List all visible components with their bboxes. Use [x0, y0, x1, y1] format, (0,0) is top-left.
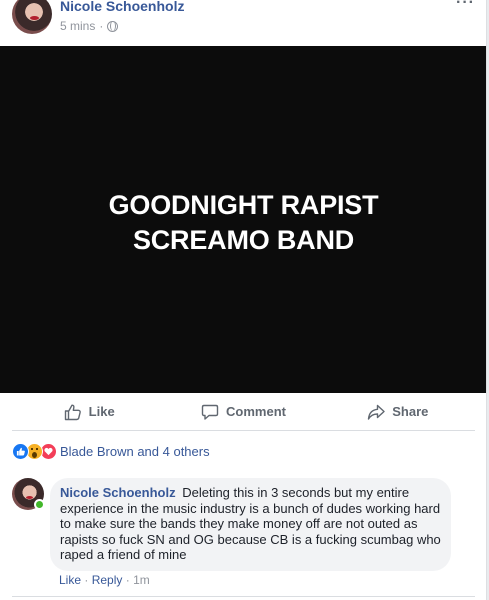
post-actions: Like Comment Share	[12, 393, 475, 431]
comment-button[interactable]: Comment	[166, 393, 320, 430]
post-header: Nicole Schoenholz 5 mins · ···	[0, 0, 486, 46]
post-time[interactable]: 5 mins	[60, 19, 95, 33]
comment-icon	[201, 404, 219, 420]
meta-separator: ·	[99, 19, 104, 33]
thumbs-up-icon	[64, 404, 81, 420]
comment-time[interactable]: 1m	[133, 573, 150, 587]
share-button[interactable]: Share	[321, 393, 475, 430]
comment-actions: Like · Reply · 1m	[59, 573, 150, 587]
comment-bubble: Nicole Schoenholz Deleting this in 3 sec…	[50, 478, 451, 571]
comment-dot-2: ·	[125, 573, 130, 587]
write-comment-area-edge	[12, 596, 475, 600]
comment-like-link[interactable]: Like	[59, 573, 81, 587]
online-status-indicator	[34, 499, 45, 510]
comment-author[interactable]: Nicole Schoenholz	[60, 485, 176, 500]
comment-dot-1: ·	[84, 573, 89, 587]
reactions-summary-text[interactable]: Blade Brown and 4 others	[60, 444, 210, 459]
share-icon	[368, 404, 385, 420]
post-image-text: GOODNIGHT RAPIST SCREAMO BAND	[108, 190, 379, 255]
like-button[interactable]: Like	[12, 393, 166, 430]
globe-icon[interactable]	[107, 20, 119, 32]
reactions-summary[interactable]: Blade Brown and 4 others	[12, 441, 210, 461]
comment-reply-link[interactable]: Reply	[92, 573, 123, 587]
share-button-label: Share	[392, 404, 429, 419]
post-image[interactable]: GOODNIGHT RAPIST SCREAMO BAND	[0, 46, 486, 393]
reaction-icons	[12, 442, 57, 460]
author-avatar[interactable]	[12, 0, 52, 34]
like-reaction-icon	[12, 442, 29, 460]
author-name[interactable]: Nicole Schoenholz	[60, 0, 184, 14]
post-card: Nicole Schoenholz 5 mins · ··· GOODNIGHT…	[0, 0, 487, 600]
like-button-label: Like	[88, 404, 115, 419]
more-options-icon[interactable]: ···	[456, 0, 475, 12]
comment-button-label: Comment	[226, 404, 286, 419]
post-meta: 5 mins ·	[60, 19, 119, 33]
